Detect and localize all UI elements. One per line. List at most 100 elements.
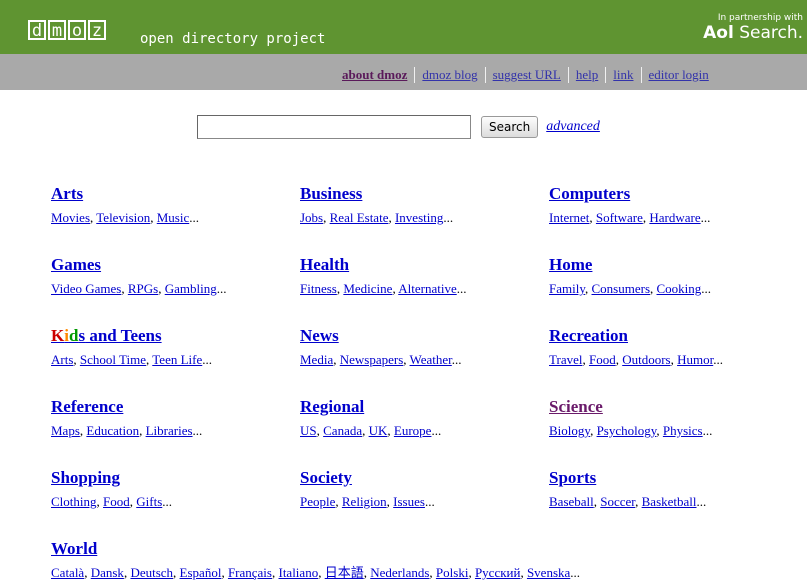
subcategory-link[interactable]: Music [157, 210, 190, 225]
subcategory-link[interactable]: Dansk [91, 565, 124, 580]
category-title-link[interactable]: Shopping [51, 468, 172, 488]
subcategory-link[interactable]: Investing [395, 210, 443, 225]
subcategory-link[interactable]: Family [549, 281, 585, 296]
subcategory-list: Family, Consumers, Cooking... [549, 281, 712, 296]
subcategory-link[interactable]: Canada [323, 423, 362, 438]
subcategory-link[interactable]: Soccer [600, 494, 635, 509]
subcategory-link[interactable]: Gambling [165, 281, 217, 296]
category-title-link[interactable]: Science [549, 397, 712, 417]
category-title-link[interactable]: Recreation [549, 326, 723, 346]
subcategory-link[interactable]: Biology [549, 423, 590, 438]
subcategory-link[interactable]: Español [180, 565, 222, 580]
partner-brand-aol: Aol [703, 23, 734, 43]
subcategory-link[interactable]: Italiano [278, 565, 318, 580]
subcategory-link[interactable]: 日本語 [325, 565, 364, 580]
nav-help[interactable]: help [569, 67, 605, 83]
category-title-link[interactable]: Kids and Teens [51, 326, 212, 346]
subcategory-link[interactable]: Jobs [300, 210, 323, 225]
subcategory-link[interactable]: Basketball [642, 494, 697, 509]
subcategory-link[interactable]: Nederlands [370, 565, 429, 580]
subcategory-link[interactable]: Physics [663, 423, 703, 438]
category-reference: Reference Maps, Education, Libraries... [51, 397, 202, 439]
subcategory-link[interactable]: Libraries [146, 423, 193, 438]
subcategory-link[interactable]: Newspapers [340, 352, 404, 367]
subcategory-link[interactable]: Issues [393, 494, 425, 509]
category-title-link[interactable]: Society [300, 468, 435, 488]
subcategory-link[interactable]: Medicine [343, 281, 392, 296]
search-input[interactable] [197, 115, 471, 139]
search-button[interactable]: Search [481, 116, 539, 138]
subcategory-link[interactable]: Català [51, 565, 84, 580]
logo-letter: m [48, 20, 66, 41]
subcategory-link[interactable]: Education [86, 423, 139, 438]
subcategory-link[interactable]: Food [103, 494, 130, 509]
category-title-link[interactable]: Arts [51, 184, 199, 204]
category-title-link[interactable]: Regional [300, 397, 441, 417]
subcategory-link[interactable]: US [300, 423, 317, 438]
dmoz-logo[interactable]: d m o z [28, 20, 106, 41]
category-title-link[interactable]: News [300, 326, 462, 346]
category-title-link[interactable]: Home [549, 255, 711, 275]
subcategory-link[interactable]: Television [96, 210, 150, 225]
category-title-link[interactable]: Business [300, 184, 453, 204]
subcategory-link[interactable]: Travel [549, 352, 582, 367]
subcategory-link[interactable]: Europe [394, 423, 432, 438]
nav-link[interactable]: link [606, 67, 640, 83]
subcategory-link[interactable]: Svenska [527, 565, 570, 580]
partner-brand: Aol Search. [703, 23, 803, 43]
subcategory-link[interactable]: Internet [549, 210, 589, 225]
nav-about-dmoz[interactable]: about dmoz [335, 67, 414, 83]
subcategory-link[interactable]: Real Estate [330, 210, 389, 225]
category-title-link[interactable]: Games [51, 255, 226, 275]
subcategory-list: Clothing, Food, Gifts... [51, 494, 172, 509]
subcategory-link[interactable]: RPGs [128, 281, 158, 296]
subcategory-link[interactable]: UK [369, 423, 388, 438]
subcategory-link[interactable]: Outdoors [622, 352, 670, 367]
subcategory-link[interactable]: Fitness [300, 281, 337, 296]
subcategory-link[interactable]: Gifts [136, 494, 162, 509]
category-title-text: and Teens [85, 326, 162, 345]
subcategory-link[interactable]: Teen Life [152, 352, 202, 367]
subcategory-list: Maps, Education, Libraries... [51, 423, 203, 438]
category-world: World Català, Dansk, Deutsch, Español, Fr… [51, 539, 580, 581]
category-news: News Media, Newspapers, Weather... [300, 326, 462, 368]
nav-editor-login[interactable]: editor login [642, 67, 716, 83]
advanced-search-link[interactable]: advanced [546, 119, 600, 135]
subcategory-link[interactable]: Media [300, 352, 333, 367]
category-title-link[interactable]: Reference [51, 397, 202, 417]
subcategory-link[interactable]: Arts [51, 352, 73, 367]
subcategory-link[interactable]: Alternative [398, 281, 456, 296]
nav-suggest-url[interactable]: suggest URL [486, 67, 568, 83]
subcategory-link[interactable]: Cooking [657, 281, 702, 296]
subcategory-link[interactable]: Français [228, 565, 272, 580]
subcategory-link[interactable]: Polski [436, 565, 469, 580]
subcategory-link[interactable]: Consumers [592, 281, 651, 296]
category-title-link[interactable]: Sports [549, 468, 706, 488]
category-health: Health Fitness, Medicine, Alternative... [300, 255, 466, 297]
subcategory-link[interactable]: Maps [51, 423, 80, 438]
subcategory-link[interactable]: People [300, 494, 335, 509]
subcategory-list: Jobs, Real Estate, Investing... [300, 210, 454, 225]
subcategory-link[interactable]: Baseball [549, 494, 594, 509]
subcategory-link[interactable]: Русский [475, 565, 521, 580]
category-title-link[interactable]: Computers [549, 184, 710, 204]
aol-partner-badge[interactable]: In partnership with Aol Search. [703, 13, 803, 43]
category-title-link[interactable]: Health [300, 255, 466, 275]
subcategory-link[interactable]: Weather [410, 352, 452, 367]
category-title-link[interactable]: World [51, 539, 580, 559]
category-society: Society People, Religion, Issues... [300, 468, 435, 510]
subcategory-link[interactable]: Psychology [597, 423, 657, 438]
subcategory-link[interactable]: Humor [677, 352, 713, 367]
subcategory-link[interactable]: School Time [80, 352, 146, 367]
subcategory-link[interactable]: Software [596, 210, 643, 225]
nav-dmoz-blog[interactable]: dmoz blog [415, 67, 484, 83]
subcategory-link[interactable]: Movies [51, 210, 90, 225]
subcategory-link[interactable]: Religion [342, 494, 387, 509]
subcategory-link[interactable]: Deutsch [130, 565, 173, 580]
subcategory-link[interactable]: Clothing [51, 494, 97, 509]
subcategory-link[interactable]: Food [589, 352, 616, 367]
category-science: Science Biology, Psychology, Physics... [549, 397, 712, 439]
subcategory-link[interactable]: Video Games [51, 281, 121, 296]
logo-letter: z [88, 20, 106, 41]
subcategory-link[interactable]: Hardware [649, 210, 700, 225]
